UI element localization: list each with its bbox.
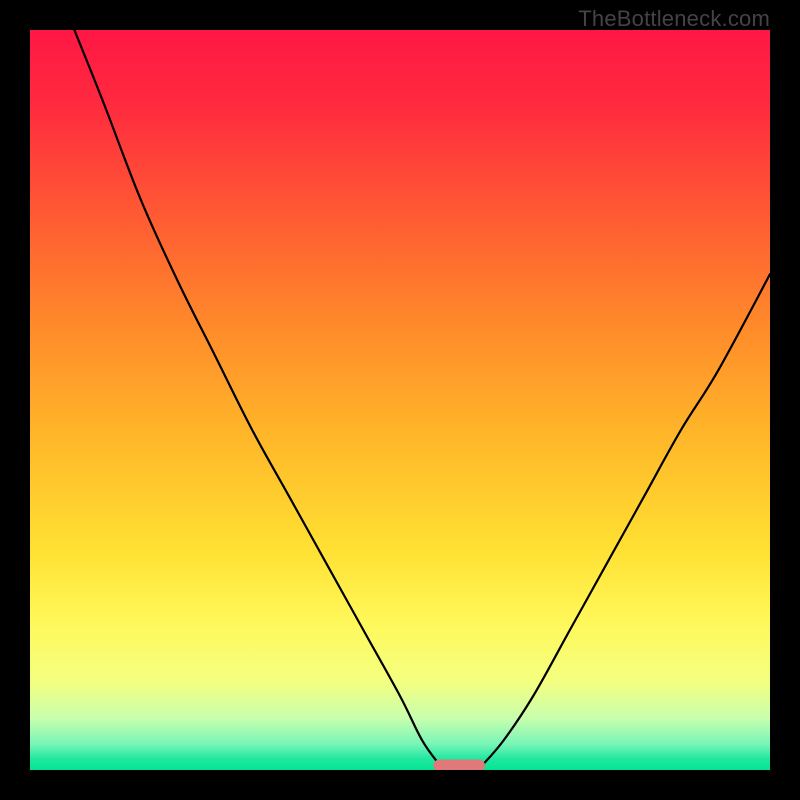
chart-root: TheBottleneck.com xyxy=(0,0,800,800)
plot-area xyxy=(30,30,770,770)
minimum-marker xyxy=(433,760,485,770)
curve-layer xyxy=(30,30,770,770)
curve-left-branch xyxy=(74,30,440,766)
curve-right-branch xyxy=(481,274,770,766)
watermark-text: TheBottleneck.com xyxy=(578,6,770,32)
